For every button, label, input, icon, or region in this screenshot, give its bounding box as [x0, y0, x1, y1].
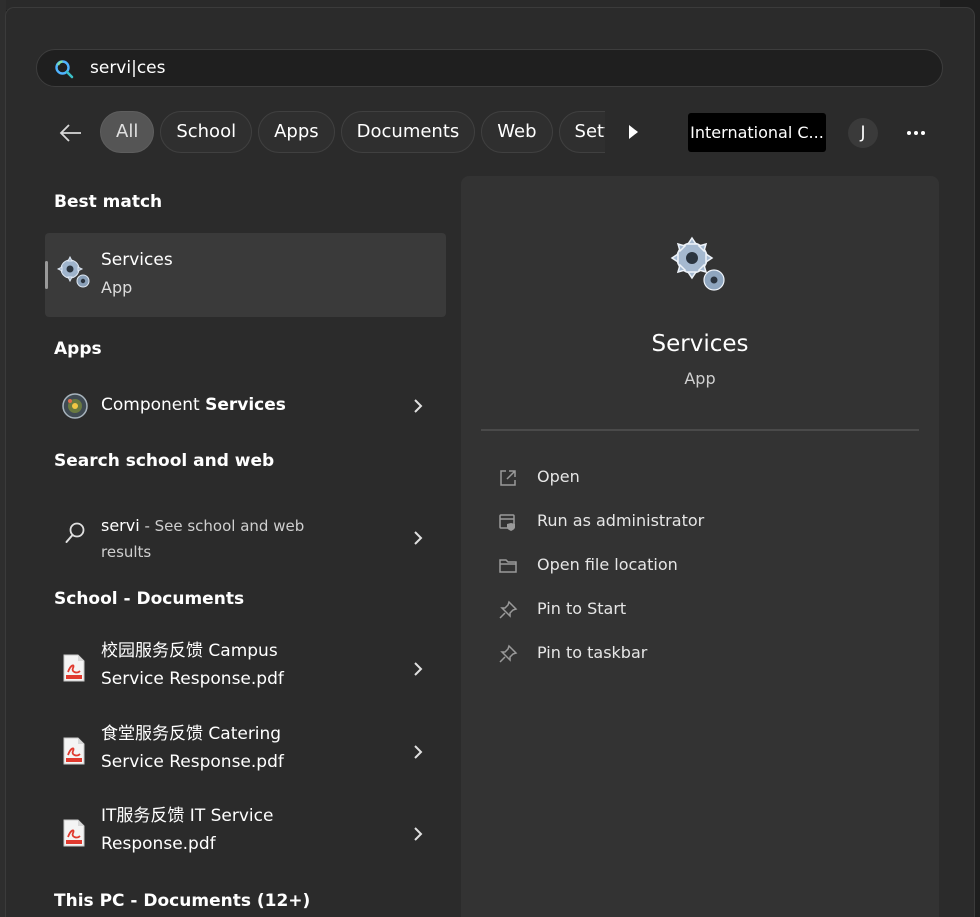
chevron-right-icon: [412, 826, 424, 842]
chevron-right-icon: [412, 661, 424, 677]
pin-to-taskbar-action[interactable]: Pin to taskbar: [491, 639, 911, 669]
run-as-administrator-action[interactable]: Run as administrator: [491, 507, 911, 537]
open-action[interactable]: Open: [491, 463, 911, 493]
document-line2: Service Response.pdf: [101, 669, 284, 689]
detail-title: Services: [651, 331, 749, 357]
filter-chip-all[interactable]: All: [100, 111, 155, 153]
avatar[interactable]: J: [848, 118, 878, 148]
chevron-right-icon: [412, 530, 424, 546]
best-match-services[interactable]: Services App: [45, 233, 446, 317]
pin-icon: [498, 600, 518, 620]
search-icon: [54, 59, 74, 79]
school-documents-heading: School - Documents: [54, 589, 245, 609]
search-school-web-heading: Search school and web: [54, 451, 275, 471]
document-line1: 食堂服务反馈 Catering: [101, 724, 282, 744]
filter-chip-school[interactable]: School: [160, 111, 253, 153]
pin-to-start-label: Pin to Start: [537, 599, 627, 618]
pdf-file-icon: [63, 737, 85, 769]
organization-badge[interactable]: International C...: [688, 113, 826, 152]
open-file-location-label: Open file location: [537, 555, 678, 574]
chevron-right-icon: [412, 744, 424, 760]
run-as-administrator-label: Run as administrator: [537, 511, 705, 530]
pin-to-taskbar-label: Pin to taskbar: [537, 643, 648, 662]
document-item[interactable]: IT服务反馈 IT Service Response.pdf: [45, 799, 446, 867]
search-input[interactable]: [90, 55, 910, 81]
best-match-title: Services: [101, 250, 173, 270]
document-line1: IT服务反馈 IT Service: [101, 806, 274, 826]
selection-indicator: [45, 261, 48, 289]
filter-chip-web[interactable]: Web: [481, 111, 553, 153]
filter-chip-documents[interactable]: Documents: [340, 111, 476, 153]
folder-icon: [498, 556, 518, 576]
back-button[interactable]: [56, 118, 86, 148]
web-search-suffix2: results: [101, 543, 152, 561]
best-match-subtitle: App: [101, 278, 133, 297]
chevron-right-icon: [412, 398, 424, 414]
pdf-file-icon: [63, 819, 85, 851]
document-line1: 校园服务反馈 Campus: [101, 641, 278, 661]
web-search-text: servi - See school and web: [101, 516, 305, 535]
document-line2: Response.pdf: [101, 834, 216, 854]
pin-icon: [498, 644, 518, 664]
document-item[interactable]: 食堂服务反馈 Catering Service Response.pdf: [45, 717, 446, 785]
open-file-location-action[interactable]: Open file location: [491, 551, 911, 581]
services-gear-icon: [56, 255, 93, 295]
filter-chip-settings[interactable]: Setti: [558, 111, 605, 153]
search-magnifier-icon: [65, 522, 85, 548]
back-arrow-icon: [59, 124, 81, 142]
play-more-filters-icon[interactable]: [626, 122, 646, 144]
this-pc-documents-heading: This PC - Documents (12+): [54, 891, 311, 911]
component-services-label: Component Services: [101, 395, 286, 415]
open-action-label: Open: [537, 467, 580, 486]
filter-chip-apps[interactable]: Apps: [258, 111, 335, 153]
apps-heading: Apps: [54, 339, 102, 359]
pdf-file-icon: [63, 654, 85, 686]
app-item-component-services[interactable]: Component Services: [45, 384, 446, 428]
services-gear-large-icon: [668, 234, 732, 302]
open-external-icon: [498, 468, 518, 488]
shield-admin-icon: [498, 512, 518, 532]
ellipsis-icon: [907, 131, 925, 135]
start-search-panel: All School Apps Documents Web Setti Inte…: [6, 8, 974, 917]
component-services-icon: [61, 392, 89, 424]
pin-to-start-action[interactable]: Pin to Start: [491, 595, 911, 625]
document-line2: Service Response.pdf: [101, 752, 284, 772]
web-search-result[interactable]: servi - See school and web results: [45, 502, 446, 564]
document-item[interactable]: 校园服务反馈 Campus Service Response.pdf: [45, 634, 446, 702]
divider: [481, 429, 919, 431]
filter-chips: All School Apps Documents Web Setti: [100, 111, 605, 155]
search-box[interactable]: [36, 49, 943, 87]
best-match-heading: Best match: [54, 192, 163, 212]
detail-pane: Services App Open Run as administrator O…: [461, 176, 939, 917]
more-options-button[interactable]: [901, 118, 931, 148]
detail-subtitle: App: [684, 369, 716, 388]
